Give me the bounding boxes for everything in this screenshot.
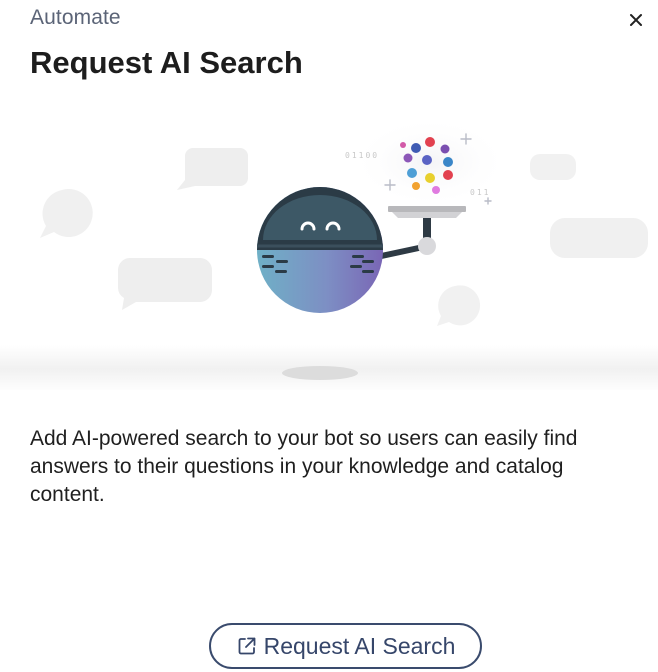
chat-bubble [177,148,248,190]
page-title: Request AI Search [30,45,303,80]
code-text-left: 01100 [345,151,379,160]
chat-bubble [530,154,576,180]
bot-mascot-icon [257,187,383,313]
bot-shadow [282,366,358,380]
chat-bubble [550,218,648,258]
close-icon [630,14,642,26]
ai-search-illustration: 01100 011 [0,116,658,390]
external-link-icon [236,635,258,657]
chat-bubble [118,258,212,310]
close-button[interactable] [622,6,650,34]
feature-description: Add AI-powered search to your bot so use… [30,427,578,506]
section-eyebrow: Automate [30,6,121,29]
request-ai-search-button-label: Request AI Search [263,632,456,659]
request-ai-search-button[interactable]: Request AI Search [209,623,482,669]
request-ai-search-panel: Automate Request AI Search 01100 011 Add… [0,0,658,672]
chat-bubble [437,285,481,326]
code-text-right: 011 [470,188,490,197]
chat-bubble [40,189,93,238]
tray [388,206,466,212]
bot-hand [418,237,436,255]
